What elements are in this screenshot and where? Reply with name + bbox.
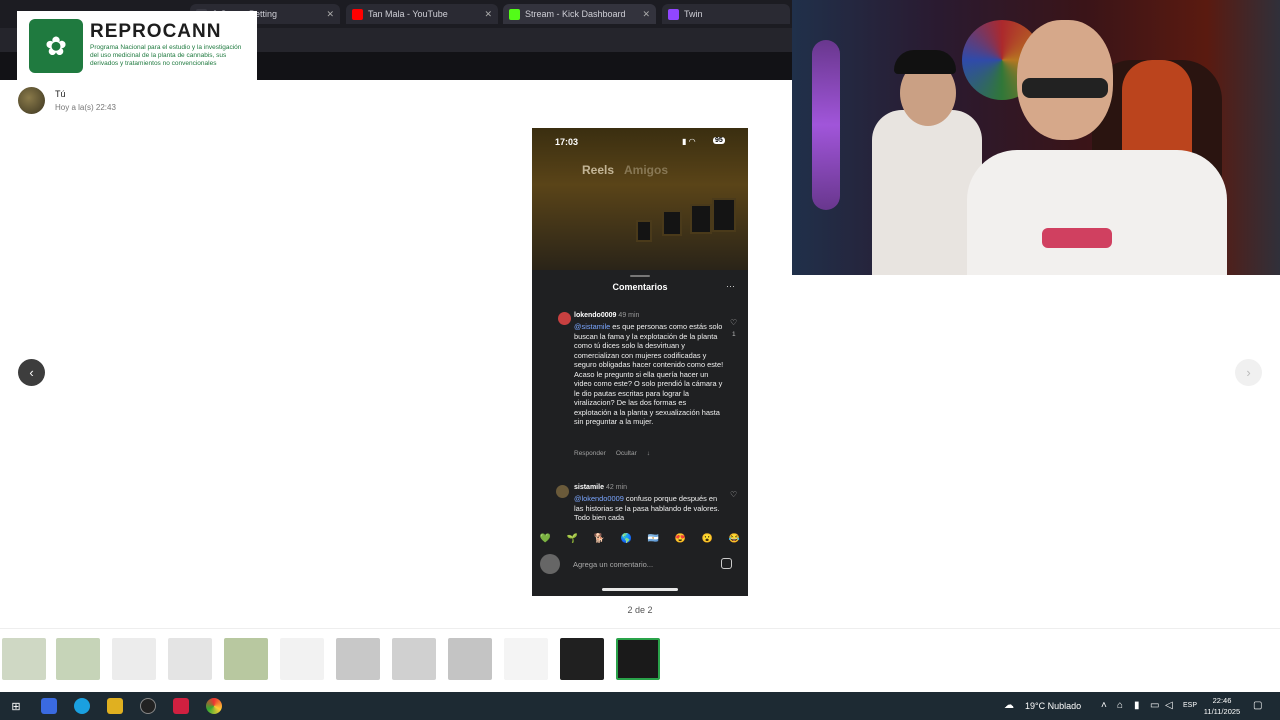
- overlay-subtitle: Programa Nacional para el estudio y la i…: [90, 44, 242, 67]
- home-indicator: [602, 588, 678, 591]
- tab-label: Twin: [684, 9, 703, 19]
- comment-username[interactable]: lokendo0009 49 min: [574, 312, 639, 319]
- cannabis-leaf-logo-icon: ✿: [29, 19, 83, 73]
- user-name: Tú: [55, 89, 66, 99]
- emoji-quick-reactions: 💚 🌱 🐕 🌎 🇦🇷 😍 😮 😂: [532, 530, 748, 546]
- commenter-avatar[interactable]: [556, 485, 569, 498]
- commenter-avatar[interactable]: [558, 312, 571, 325]
- sticker-icon[interactable]: [721, 558, 732, 569]
- language-indicator[interactable]: ESP: [1183, 702, 1197, 709]
- tab-reels[interactable]: Reels: [582, 163, 614, 177]
- twitch-icon: [668, 8, 679, 20]
- thumbnail[interactable]: [224, 638, 268, 680]
- phone-screenshot: 17:03 ▮ ◠ 95 Reels Amigos Comentarios ··…: [532, 128, 748, 596]
- tab-youtube[interactable]: Tan Mala - YouTube ✕: [346, 4, 498, 24]
- reprocann-overlay: ✿ REPROCANN Programa Nacional para el es…: [17, 11, 257, 80]
- network-icon[interactable]: ⌂: [1117, 700, 1123, 711]
- mention-link[interactable]: @lokendo0009: [574, 494, 624, 503]
- thumbnail[interactable]: [112, 638, 156, 680]
- signal-wifi-icon: ▮ ◠: [682, 137, 696, 146]
- thumbnail-selected[interactable]: [616, 638, 660, 680]
- close-icon[interactable]: ✕: [326, 9, 334, 20]
- comment-text: @sistamile es que personas como estás so…: [574, 322, 724, 426]
- thumbnail[interactable]: [560, 638, 604, 680]
- close-icon[interactable]: ✕: [642, 9, 650, 20]
- mention-link[interactable]: @sistamile: [574, 322, 610, 331]
- tab-kick-dashboard[interactable]: Stream - Kick Dashboard ✕: [503, 4, 656, 24]
- microphone-icon[interactable]: ▮: [1134, 700, 1140, 711]
- opera-icon[interactable]: [173, 698, 189, 714]
- chevron-right-icon: ›: [1246, 365, 1251, 380]
- drag-handle[interactable]: [630, 275, 650, 277]
- comments-sheet: Comentarios ··· lokendo0009 49 min @sista…: [532, 270, 748, 596]
- youtube-icon: [352, 8, 363, 20]
- display-icon[interactable]: ▭: [1150, 700, 1159, 711]
- emoji-button[interactable]: 😍: [675, 532, 687, 544]
- tab-twitch[interactable]: Twin: [662, 4, 790, 24]
- emoji-button[interactable]: 😮: [702, 532, 714, 544]
- battery-icon: 95: [713, 137, 725, 144]
- thumbnail[interactable]: [168, 638, 212, 680]
- reel-video-background: [532, 128, 748, 270]
- like-count: 1: [732, 331, 736, 338]
- thumbnail[interactable]: [2, 638, 46, 680]
- tab-label: Tan Mala - YouTube: [368, 9, 448, 19]
- thumbnail[interactable]: [392, 638, 436, 680]
- avatar: [540, 554, 560, 574]
- chrome-icon[interactable]: [206, 698, 222, 714]
- thumbnail[interactable]: [56, 638, 100, 680]
- comment-actions: Responder Ocultar ↓: [574, 450, 660, 457]
- clock-time[interactable]: 22:46: [1206, 696, 1238, 705]
- comment-text: @lokendo0009 confuso porque después en l…: [574, 494, 720, 522]
- hide-button[interactable]: Ocultar: [616, 450, 637, 457]
- volume-icon[interactable]: ◁: [1165, 700, 1173, 711]
- overlay-title: REPROCANN: [90, 21, 222, 42]
- next-button[interactable]: ›: [1235, 359, 1262, 386]
- emoji-button[interactable]: 🌎: [621, 532, 633, 544]
- chevron-up-icon[interactable]: ˄: [1101, 700, 1107, 711]
- heart-icon[interactable]: ♡: [730, 490, 737, 499]
- emoji-button[interactable]: 💚: [540, 532, 552, 544]
- arrow-down-icon[interactable]: ↓: [647, 450, 650, 457]
- weather-text[interactable]: 19°C Nublado: [1025, 701, 1081, 711]
- comment-input[interactable]: Agrega un comentario...: [573, 560, 653, 569]
- clock-date[interactable]: 11/11/2025: [1200, 707, 1244, 716]
- thumbnail[interactable]: [280, 638, 324, 680]
- more-options-icon[interactable]: ···: [726, 281, 735, 291]
- status-time: 17:03: [555, 137, 579, 147]
- emoji-button[interactable]: 🐕: [594, 532, 606, 544]
- tab-label: Stream - Kick Dashboard: [525, 9, 626, 19]
- weather-icon[interactable]: ☁: [1004, 700, 1014, 711]
- close-icon[interactable]: ✕: [484, 9, 492, 20]
- tab-friends[interactable]: Amigos: [624, 163, 668, 177]
- comment-time: 49 min: [618, 312, 640, 319]
- windows-taskbar: ⊞ ☁ 19°C Nublado ˄ ⌂ ▮ ▭ ◁ ESP 22:46 11/…: [0, 692, 1280, 720]
- notifications-icon[interactable]: ▢: [1253, 700, 1262, 711]
- webcam-feed: [792, 0, 1280, 275]
- thumbnail[interactable]: [448, 638, 492, 680]
- kick-icon: [509, 8, 520, 20]
- reply-button[interactable]: Responder: [574, 450, 606, 457]
- previous-button[interactable]: ‹: [18, 359, 45, 386]
- heart-icon[interactable]: ♡: [730, 318, 737, 327]
- avatar[interactable]: [18, 87, 45, 114]
- file-explorer-icon[interactable]: [107, 698, 123, 714]
- sheet-title: Comentarios: [612, 282, 668, 292]
- copilot-icon[interactable]: [41, 698, 57, 714]
- windows-start-icon[interactable]: ⊞: [8, 698, 24, 714]
- post-timestamp: Hoy a la(s) 22:43: [55, 103, 116, 112]
- image-counter: 2 de 2: [627, 605, 653, 615]
- comment-username[interactable]: sistamile 42 min: [574, 484, 627, 491]
- thumbnail[interactable]: [336, 638, 380, 680]
- emoji-button[interactable]: 🇦🇷: [648, 532, 660, 544]
- chevron-left-icon: ‹: [29, 365, 34, 380]
- comment-time: 42 min: [605, 484, 627, 491]
- edge-icon[interactable]: [74, 698, 90, 714]
- emoji-button[interactable]: 🌱: [567, 532, 579, 544]
- obs-icon[interactable]: [140, 698, 156, 714]
- emoji-button[interactable]: 😂: [729, 532, 741, 544]
- thumbnail-strip: [0, 628, 1280, 688]
- thumbnail[interactable]: [504, 638, 548, 680]
